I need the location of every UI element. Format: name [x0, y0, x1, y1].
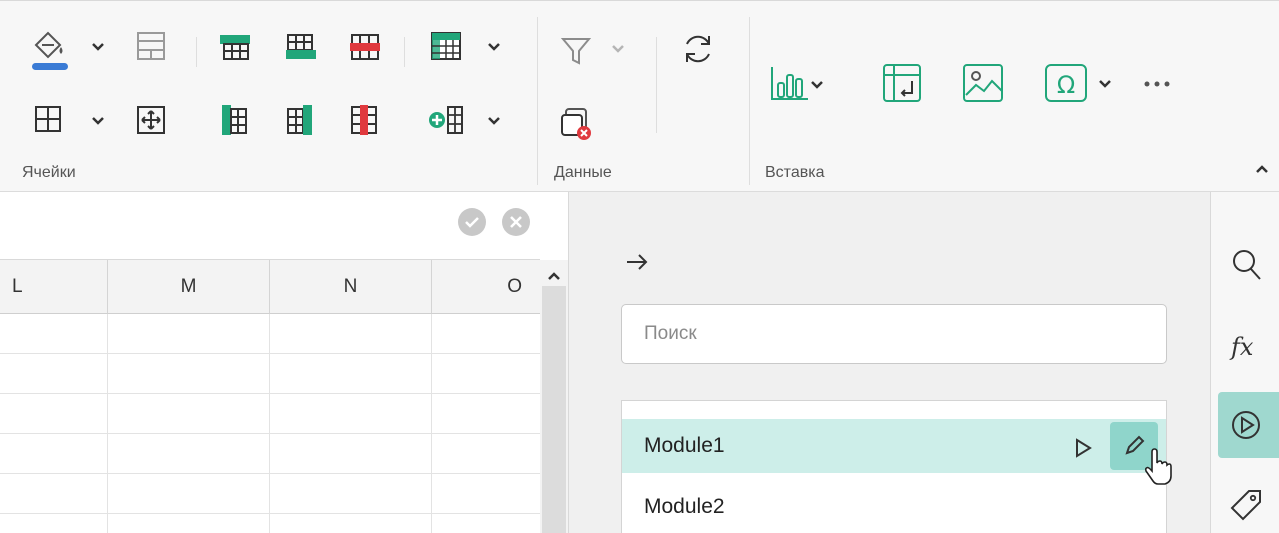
macro-name: Module1: [644, 434, 725, 457]
close-icon: [510, 216, 522, 228]
chart-icon[interactable]: [770, 63, 826, 103]
add-column-icon[interactable]: [428, 105, 464, 135]
group-divider: [749, 17, 750, 185]
image-icon[interactable]: [962, 63, 1004, 103]
table-row[interactable]: [0, 474, 540, 514]
insert-column-right-icon[interactable]: [286, 103, 314, 137]
column-header-label: O: [507, 276, 522, 297]
group-label-insert: Вставка: [765, 164, 825, 181]
group-label-cells: Ячейки: [22, 164, 76, 181]
insert-row-above-icon[interactable]: [218, 33, 252, 61]
cell-style-icon[interactable]: [136, 31, 166, 61]
column-header-label: M: [180, 276, 197, 297]
table-row[interactable]: [0, 354, 540, 394]
list-item[interactable]: Module1: [622, 419, 1166, 473]
scrollbar-thumb[interactable]: [542, 286, 566, 533]
symbol-icon[interactable]: Ω: [1044, 63, 1118, 103]
column-header[interactable]: N: [270, 260, 432, 314]
cancel-button[interactable]: [502, 208, 530, 236]
group-divider: [537, 17, 538, 185]
column-header-label: L: [12, 276, 23, 297]
pivot-table-icon[interactable]: [882, 63, 922, 103]
grid-line: [269, 314, 270, 533]
tag-icon[interactable]: [1229, 488, 1263, 522]
clear-filter-icon[interactable]: [560, 107, 594, 141]
chevron-down-icon[interactable]: [90, 115, 106, 127]
arrow-right-icon[interactable]: [625, 252, 649, 272]
borders-icon[interactable]: [34, 105, 62, 133]
group-label-data: Данные: [554, 164, 612, 181]
delete-row-icon[interactable]: [348, 33, 382, 61]
table-format-icon[interactable]: [430, 31, 462, 61]
right-sidebar: fx: [1210, 192, 1279, 533]
search-input[interactable]: Поиск: [621, 304, 1167, 364]
table-row[interactable]: [0, 314, 540, 354]
ribbon: Ячейки Данные Ω Вставка: [0, 0, 1279, 192]
more-icon[interactable]: [1142, 79, 1172, 89]
insert-column-left-icon[interactable]: [220, 103, 248, 137]
column-header-label: N: [343, 276, 358, 297]
mouse-cursor-icon: [1144, 448, 1172, 485]
app-window: Ячейки Данные Ω Вставка L M N O Поиск Mo…: [0, 0, 1279, 533]
merge-cells-icon[interactable]: [136, 105, 166, 135]
search-icon[interactable]: [1231, 248, 1263, 282]
run-icon[interactable]: [1074, 438, 1092, 458]
divider: [656, 37, 657, 133]
divider: [196, 37, 197, 67]
macros-icon: [1232, 411, 1260, 439]
macro-panel: Поиск Module1 Module2: [568, 192, 1210, 533]
vertical-scrollbar[interactable]: [540, 260, 568, 533]
svg-text:fx: fx: [1229, 333, 1254, 361]
table-row[interactable]: [0, 394, 540, 434]
fill-color-icon[interactable]: [30, 25, 72, 73]
macro-name: Module2: [644, 495, 725, 518]
grid-line: [431, 314, 432, 533]
scroll-up-icon[interactable]: [546, 270, 562, 282]
insert-row-below-icon[interactable]: [284, 33, 318, 61]
refresh-icon[interactable]: [680, 31, 716, 67]
table-row[interactable]: [0, 434, 540, 474]
chevron-down-icon[interactable]: [486, 115, 502, 127]
collapse-ribbon-icon[interactable]: [1254, 163, 1270, 175]
column-header[interactable]: M: [108, 260, 270, 314]
divider: [404, 37, 405, 67]
grid-line: [107, 314, 108, 533]
table-row[interactable]: [0, 514, 540, 533]
spreadsheet-area: L M N O: [0, 192, 568, 533]
list-item[interactable]: Module2: [622, 480, 1166, 533]
column-header[interactable]: O: [432, 260, 540, 314]
chevron-down-icon[interactable]: [486, 41, 502, 53]
confirm-button[interactable]: [458, 208, 486, 236]
delete-column-icon[interactable]: [350, 103, 378, 137]
check-icon: [465, 217, 479, 228]
function-icon[interactable]: fx: [1229, 330, 1265, 362]
column-header[interactable]: L: [0, 260, 108, 314]
formula-bar[interactable]: [0, 192, 540, 260]
chevron-down-icon[interactable]: [90, 41, 106, 53]
chevron-down-icon: [612, 45, 624, 53]
macro-list: Module1 Module2: [621, 400, 1167, 533]
svg-text:Ω: Ω: [1057, 71, 1075, 99]
macros-tab[interactable]: [1218, 392, 1279, 458]
filter-icon[interactable]: [560, 35, 592, 67]
